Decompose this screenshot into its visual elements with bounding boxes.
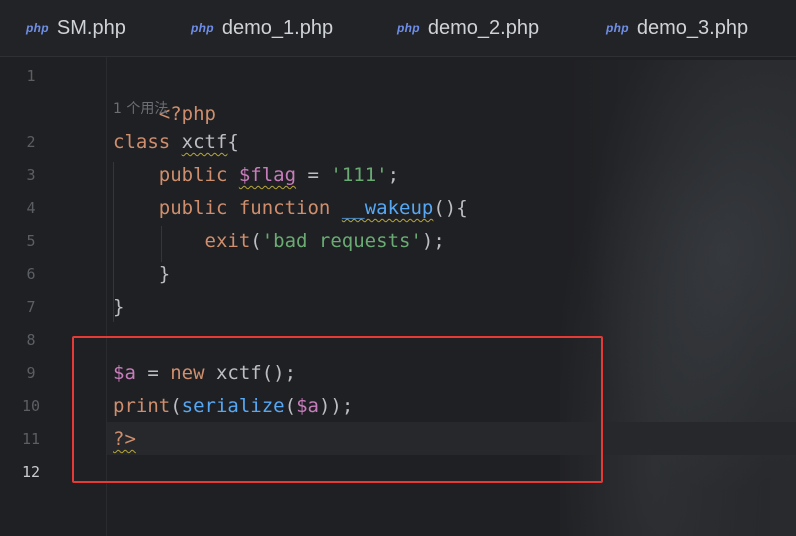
php-file-icon: php: [26, 21, 49, 35]
class-name: xctf: [181, 131, 228, 153]
line-number: 6: [26, 265, 36, 283]
brace: }: [158, 263, 171, 285]
keyword: class: [113, 131, 171, 153]
line-number: 7: [26, 298, 36, 316]
keyword: function: [238, 197, 331, 219]
usage-inlay-hint[interactable]: 1 个用法: [113, 93, 168, 126]
brace: {: [227, 131, 239, 153]
code-line-6: }: [113, 255, 170, 288]
code-line-4: public function __wakeup(){: [113, 189, 468, 222]
line-number: 10: [21, 397, 41, 415]
php-file-icon: php: [606, 21, 629, 35]
brace: }: [113, 296, 125, 318]
line-number: 12: [21, 463, 41, 481]
line-number: 5: [26, 232, 36, 250]
semicolon: ;: [387, 164, 400, 186]
tab-demo-3-php[interactable]: php demo_3.php: [606, 0, 748, 56]
line-number: 3: [26, 166, 36, 184]
line-number: 1: [26, 67, 36, 85]
tab-label: demo_1.php: [221, 16, 334, 39]
tab-label: demo_2.php: [427, 16, 540, 39]
code-line-2: class xctf{: [113, 123, 239, 156]
method-name: __wakeup: [341, 197, 434, 219]
keyword: public: [158, 164, 228, 186]
code-line-7: }: [113, 288, 124, 321]
tab-label: SM.php: [56, 16, 126, 39]
string-literal: 'bad requests': [261, 230, 422, 252]
operator: =: [296, 164, 331, 186]
line-number: 11: [21, 430, 41, 448]
property: $flag: [238, 164, 297, 186]
punctuation: );: [421, 230, 445, 252]
tab-label: demo_3.php: [636, 16, 749, 39]
line-number: 9: [26, 364, 36, 382]
php-file-icon: php: [191, 21, 214, 35]
code-line-3: public $flag = '111';: [113, 156, 399, 189]
line-number-gutter[interactable]: 1 2 3 4 5 6 7 8 9 10 11 12: [0, 57, 62, 536]
punctuation: (){: [433, 197, 468, 219]
line-number: 8: [26, 331, 36, 349]
line-number: 2: [26, 133, 36, 151]
keyword: exit: [204, 230, 251, 252]
line-number: 4: [26, 199, 36, 217]
keyword: public: [158, 197, 228, 219]
tab-demo-2-php[interactable]: php demo_2.php: [397, 0, 539, 56]
php-file-icon: php: [397, 21, 420, 35]
editor-tab-bar: php SM.php php demo_1.php php demo_2.php…: [0, 0, 796, 57]
string-literal: '111': [330, 164, 388, 186]
annotation-highlight-box: [72, 336, 603, 483]
tab-sm-php[interactable]: php SM.php: [26, 0, 126, 56]
code-line-1: <?php: [113, 57, 216, 125]
code-line-5: exit('bad requests');: [113, 222, 445, 255]
punctuation: (: [250, 230, 262, 252]
tab-demo-1-php[interactable]: php demo_1.php: [191, 0, 333, 56]
